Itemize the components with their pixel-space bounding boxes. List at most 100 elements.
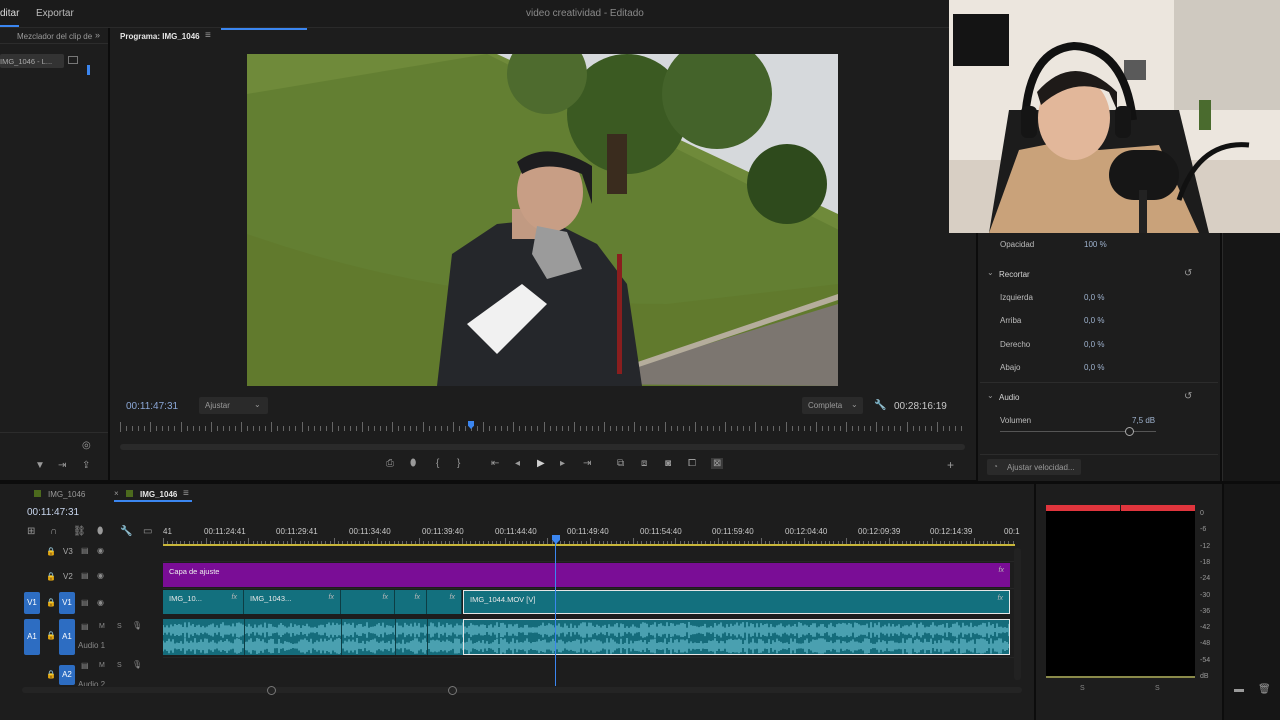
timeline-timecode[interactable]: 00:11:47:31 xyxy=(27,507,79,518)
sync-lock-icon[interactable]: ▤ xyxy=(81,571,89,580)
lock-icon[interactable]: 🔒 xyxy=(46,670,56,679)
overlay-icon[interactable]: ⊠ xyxy=(711,458,724,469)
tab-sequence-1[interactable]: IMG_1046 xyxy=(48,490,85,499)
go-to-in-icon[interactable]: ⇤ xyxy=(491,458,499,469)
reset-icon[interactable]: ↺ xyxy=(1184,391,1192,402)
solo-button[interactable]: S xyxy=(117,662,122,669)
add-marker-icon[interactable]: ⬮ xyxy=(97,526,103,537)
filter-icon[interactable]: ▼ xyxy=(35,460,45,471)
fit-dropdown[interactable]: Ajustar ⌄ xyxy=(199,397,268,414)
lock-icon[interactable]: 🔒 xyxy=(46,547,56,556)
video-clip[interactable]: fx xyxy=(427,590,462,614)
camera-icon[interactable]: ◙ xyxy=(665,458,671,469)
crop-right-value[interactable]: 0,0 % xyxy=(1084,340,1104,349)
scroll-handle-right[interactable] xyxy=(448,686,457,695)
video-clip[interactable]: fx xyxy=(341,590,395,614)
crop-bottom-value[interactable]: 0,0 % xyxy=(1084,363,1104,372)
linked-selection-icon[interactable]: ⛓ xyxy=(73,526,86,537)
compare-icon[interactable]: ⧠ xyxy=(688,458,696,469)
crop-left-value[interactable]: 0,0 % xyxy=(1084,293,1104,302)
step-back-icon[interactable]: ◂ xyxy=(515,458,520,469)
timeline-scrollbar[interactable] xyxy=(22,687,1022,693)
tab-audio-clip-mixer[interactable]: Mezclador del clip de xyxy=(17,32,92,41)
lift-icon[interactable]: ⎙ xyxy=(386,458,394,469)
work-area-bar[interactable] xyxy=(163,544,1015,546)
audio-section-header[interactable]: Audio xyxy=(999,393,1019,402)
crop-section-header[interactable]: Recortar xyxy=(999,270,1030,279)
lift-clip-icon[interactable]: ⧉ xyxy=(617,458,624,469)
close-icon[interactable]: × xyxy=(114,489,119,498)
track-target-a1[interactable]: A1 xyxy=(59,619,75,655)
mute-button[interactable]: M xyxy=(99,623,105,630)
solo-right-button[interactable]: S xyxy=(1155,685,1160,692)
volume-value[interactable]: 7,5 dB xyxy=(1132,416,1155,425)
lock-icon[interactable]: 🔒 xyxy=(46,598,56,607)
captions-icon[interactable]: ▭ xyxy=(143,526,152,537)
folder-icon[interactable]: ▬ xyxy=(1234,684,1244,695)
sync-lock-icon[interactable]: ▤ xyxy=(81,622,89,631)
solo-button[interactable]: S xyxy=(117,623,122,630)
timeline-playhead-line[interactable] xyxy=(555,543,556,686)
sync-lock-icon[interactable]: ▤ xyxy=(81,598,89,607)
source-patch-a1[interactable]: A1 xyxy=(24,619,40,655)
tab-sequence-2[interactable]: IMG_1046 xyxy=(140,490,177,499)
panel-icon[interactable] xyxy=(68,56,78,64)
track-target-a2[interactable]: A2 xyxy=(59,665,75,685)
lock-icon[interactable]: 🔒 xyxy=(46,631,56,640)
video-clip[interactable]: IMG_10... fx xyxy=(163,590,244,614)
panel-menu-icon[interactable]: ≡ xyxy=(205,30,211,41)
lock-icon[interactable]: 🔒 xyxy=(46,572,56,581)
track-target-v1[interactable]: V1 xyxy=(59,592,75,614)
video-clip-selected[interactable]: IMG_1044.MOV [V] fx xyxy=(463,590,1010,614)
mark-out-icon[interactable]: } xyxy=(457,458,460,469)
step-forward-icon[interactable]: ▸ xyxy=(560,458,565,469)
audio-clip-selected[interactable] xyxy=(463,619,1010,655)
play-icon[interactable]: ▶ xyxy=(537,458,545,469)
add-button-icon[interactable]: + xyxy=(947,458,954,472)
wrench-icon[interactable]: 🔧 xyxy=(120,526,132,537)
go-to-out-icon[interactable]: ⇥ xyxy=(583,458,591,469)
export-icon[interactable]: ⇪ xyxy=(82,460,90,471)
program-zoom-bar[interactable] xyxy=(120,444,965,450)
mute-button[interactable]: M xyxy=(99,662,105,669)
volume-slider-handle[interactable] xyxy=(1125,427,1134,436)
microphone-icon[interactable]: 🎙 xyxy=(132,660,142,669)
scroll-handle-left[interactable] xyxy=(267,686,276,695)
microphone-icon[interactable]: 🎙 xyxy=(132,621,142,630)
trash-icon[interactable]: 🗑 xyxy=(1258,684,1271,695)
sync-lock-icon[interactable]: ▤ xyxy=(81,546,89,555)
scroll-handle-icon[interactable]: ◎ xyxy=(82,440,91,451)
adjustment-layer-clip[interactable]: Capa de ajuste fx xyxy=(163,563,1010,587)
program-timecode-current[interactable]: 00:11:47:31 xyxy=(126,401,178,412)
video-clip[interactable]: IMG_1043... fx xyxy=(244,590,341,614)
solo-left-button[interactable]: S xyxy=(1080,685,1085,692)
chevron-right-icon[interactable]: » xyxy=(95,30,100,40)
program-ruler[interactable] xyxy=(120,422,965,434)
eye-icon[interactable]: ◉ xyxy=(97,598,104,607)
reset-icon[interactable]: ↺ xyxy=(1184,268,1192,279)
source-patch-v1[interactable]: V1 xyxy=(24,592,40,614)
panel-menu-icon[interactable]: ≡ xyxy=(183,488,189,499)
quality-dropdown[interactable]: Completa ⌄ xyxy=(802,397,863,414)
vertical-scrollbar[interactable] xyxy=(1014,548,1021,680)
menu-export[interactable]: Exportar xyxy=(36,8,74,19)
extract-icon[interactable]: ⧈ xyxy=(641,458,647,469)
video-clip[interactable]: fx xyxy=(395,590,427,614)
wrench-icon[interactable]: 🔧 xyxy=(874,400,886,411)
snap-icon[interactable]: ∩ xyxy=(50,526,57,537)
opacity-value[interactable]: 100 % xyxy=(1084,240,1107,249)
mark-in-icon[interactable]: { xyxy=(436,458,439,469)
sync-lock-icon[interactable]: ▤ xyxy=(81,661,89,670)
chevron-down-icon[interactable]: ⌄ xyxy=(987,268,994,277)
eye-icon[interactable]: ◉ xyxy=(97,546,104,555)
speed-adjust-button[interactable]: ◔ Ajustar velocidad... xyxy=(987,459,1081,475)
marker-icon[interactable]: ⬮ xyxy=(410,458,416,469)
scrollbar-thumb[interactable] xyxy=(87,65,90,75)
chevron-down-icon[interactable]: ⌄ xyxy=(987,391,994,400)
eye-icon[interactable]: ◉ xyxy=(97,571,104,580)
crop-top-value[interactable]: 0,0 % xyxy=(1084,316,1104,325)
nest-toggle-icon[interactable]: ⊞ xyxy=(27,526,35,537)
insert-icon[interactable]: ⇥ xyxy=(58,460,66,471)
clip-item[interactable]: IMG_1046 - L... xyxy=(0,54,64,68)
menu-edit[interactable]: ditar xyxy=(0,8,20,27)
